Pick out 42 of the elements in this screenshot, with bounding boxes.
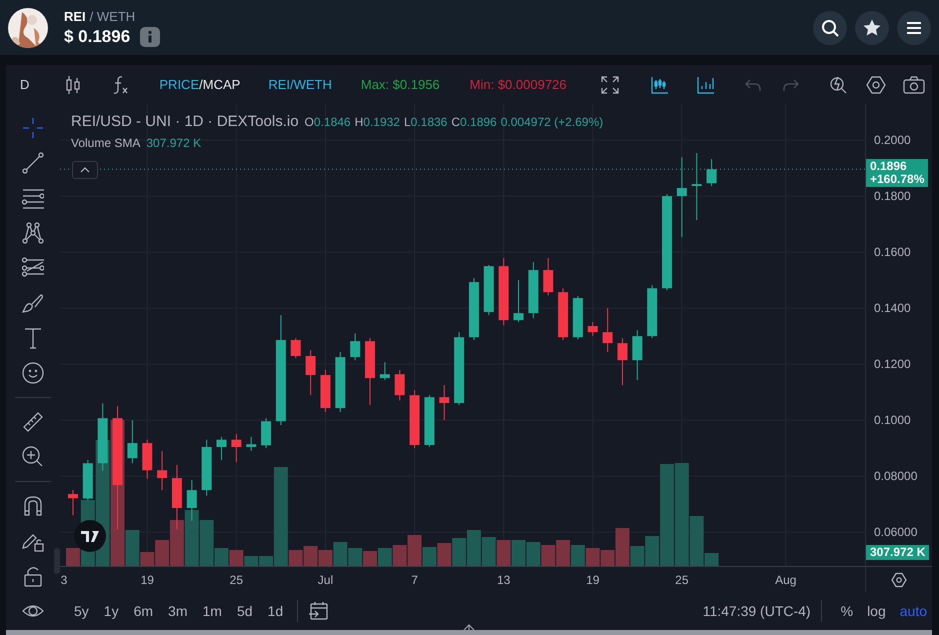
price-mcap-toggle[interactable]: PRICE/MCAP: [159, 77, 240, 92]
axis-label: 0.2000: [874, 133, 911, 148]
range-button[interactable]: 1d: [264, 603, 288, 619]
price-badge: 0.1896 +160.78%: [866, 159, 928, 188]
range-button[interactable]: 5d: [232, 603, 257, 619]
indicator-value: 307.972 K: [146, 136, 202, 150]
axis-label: 19: [140, 573, 154, 587]
axis-label: 0.1400: [874, 301, 911, 316]
range-button[interactable]: 5y: [70, 603, 93, 619]
interval-button[interactable]: D: [20, 77, 30, 92]
axis-label: 19: [586, 573, 600, 587]
symbol-title: REI/USD - UNI · 1D · DEXTools.io: [71, 113, 299, 130]
pair-button[interactable]: REI/WETH: [268, 77, 332, 92]
token-price: $ 0.1896: [64, 26, 130, 46]
volume-badge: 307.972 K: [866, 545, 930, 560]
axis-label: 0.1600: [874, 245, 911, 260]
quote-symbol: / WETH: [90, 8, 136, 24]
axis-label: 0.08000: [874, 469, 918, 484]
scale-button[interactable]: %: [836, 603, 858, 619]
scale-button[interactable]: log: [862, 603, 891, 619]
axis-label: 0.1800: [874, 189, 911, 204]
axis-label: 25: [230, 573, 244, 587]
indicator-name: Volume SMA: [71, 136, 140, 150]
range-button[interactable]: 1y: [100, 603, 123, 619]
token-symbol: REI: [64, 8, 86, 24]
min-price: Min: $0.0009726: [470, 77, 567, 92]
timezone-clock: 11:47:39 (UTC-4): [702, 603, 811, 619]
range-button[interactable]: 3m: [164, 603, 192, 619]
max-price: Max: $0.1956: [360, 77, 440, 92]
range-button[interactable]: 6m: [130, 603, 158, 619]
axis-label: 0.1200: [874, 357, 911, 372]
range-button[interactable]: 1m: [198, 603, 226, 619]
axis-label: Aug: [775, 573, 796, 587]
scale-button[interactable]: auto: [894, 603, 932, 619]
axis-label: 13: [496, 573, 510, 587]
axis-label: 25: [675, 573, 689, 587]
axis-label: 0.06000: [874, 525, 918, 540]
axis-label: 0.1000: [874, 413, 911, 428]
axis-label: Jul: [318, 573, 334, 587]
axis-label: 3: [60, 573, 68, 587]
axis-label: 7: [411, 573, 418, 587]
ohlc-values: O0.1846 H0.1932 L0.1836 C0.1896 0.004972 (+2.69%): [304, 115, 604, 129]
